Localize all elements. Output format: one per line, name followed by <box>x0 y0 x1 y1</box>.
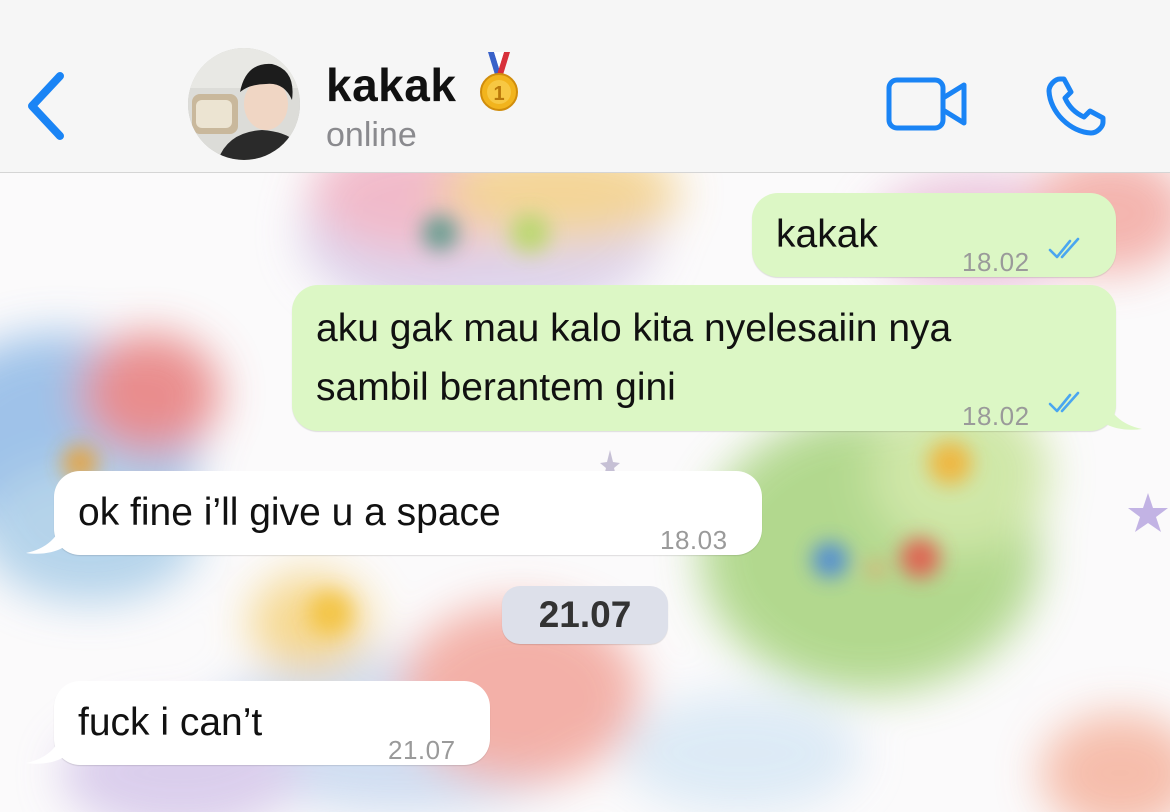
message-line: aku gak mau kalo kita nyelesaiin nya <box>316 307 952 350</box>
message-text: aku gak mau kalo kita nyelesaiin nya sam… <box>316 299 951 417</box>
phone-icon <box>1046 76 1106 136</box>
message-bubble-outgoing[interactable]: kakak 18.02 <box>752 193 1116 277</box>
message-time: 18.03 <box>660 525 728 555</box>
voice-call-button[interactable] <box>1044 74 1108 138</box>
video-call-button[interactable] <box>886 76 968 132</box>
bubble-tail <box>1104 393 1142 430</box>
message-time: 18.02 <box>962 401 1030 431</box>
first-place-medal-icon: 1 <box>480 52 518 111</box>
message-text: kakak <box>776 213 878 256</box>
bubble-tail <box>26 727 64 764</box>
message-time: 18.02 <box>962 247 1030 277</box>
svg-text:1: 1 <box>493 83 504 105</box>
message-line: sambil berantem gini <box>316 366 676 409</box>
chevron-left-icon <box>28 72 64 140</box>
contact-status: online <box>326 116 417 154</box>
avatar-photo <box>188 48 300 160</box>
contact-name[interactable]: kakak <box>326 58 456 112</box>
read-receipt-icon <box>1048 391 1080 413</box>
message-text: ok fine i’ll give u a space <box>78 491 501 534</box>
message-bubble-outgoing[interactable]: aku gak mau kalo kita nyelesaiin nya sam… <box>292 285 1116 431</box>
date-separator: 21.07 <box>502 586 668 644</box>
message-text: fuck i can’t <box>78 701 263 744</box>
bubble-tail <box>26 517 64 554</box>
chat-screen: kakak 1 online kakak 18.02 aku gak mau k… <box>0 0 1170 812</box>
back-button[interactable] <box>20 62 80 152</box>
avatar[interactable] <box>188 48 300 160</box>
chat-area[interactable]: kakak 18.02 aku gak mau kalo kita nyeles… <box>0 173 1170 812</box>
chat-header: kakak 1 online <box>0 0 1170 173</box>
message-bubble-incoming[interactable]: ok fine i’ll give u a space 18.03 <box>54 471 762 555</box>
video-camera-icon <box>886 77 967 131</box>
message-time: 21.07 <box>388 735 456 765</box>
message-bubble-incoming[interactable]: fuck i can’t 21.07 <box>54 681 490 765</box>
read-receipt-icon <box>1048 237 1080 259</box>
